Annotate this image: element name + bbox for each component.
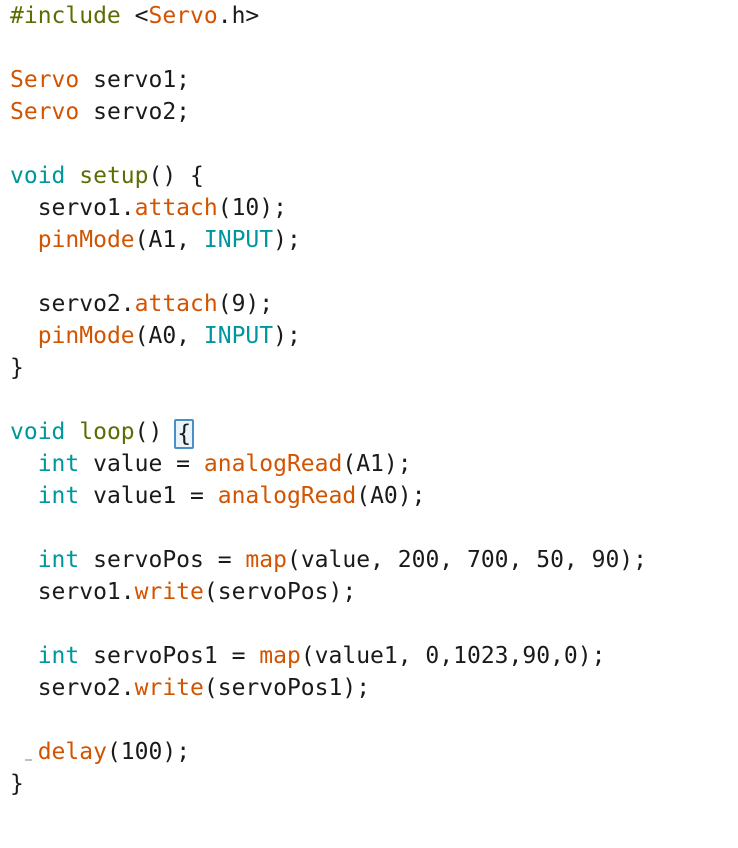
code-token-keyword: int: [37, 483, 80, 509]
code-token-plain: servo2;: [79, 99, 191, 125]
code-token-func: attach: [134, 291, 218, 317]
code-line[interactable]: [0, 512, 738, 544]
code-token-plain: (servoPos1);: [203, 675, 371, 701]
code-token-punct: <: [120, 3, 149, 29]
code-token-plain: value1 =: [79, 483, 218, 509]
code-line[interactable]: int servoPos1 = map(value1, 0,1023,90,0)…: [0, 640, 738, 672]
code-token-keyword: void: [10, 419, 66, 445]
code-token-plain: (10);: [217, 195, 287, 221]
code-line[interactable]: [0, 384, 738, 416]
code-token-plain: value =: [79, 451, 204, 477]
code-line[interactable]: int servoPos = map(value, 200, 700, 50, …: [0, 544, 738, 576]
code-token-plain: (A1,: [134, 227, 204, 253]
code-token-plain: }: [10, 355, 24, 381]
code-token-keyword: INPUT: [203, 227, 274, 253]
code-token-keyword: INPUT: [203, 323, 274, 349]
code-token-plain: servo1.: [10, 579, 135, 605]
code-line[interactable]: pinMode(A1, INPUT);: [0, 224, 738, 256]
code-token-keyword: int: [37, 451, 80, 477]
code-token-plain: servo1.: [10, 195, 135, 221]
code-token-plain: (A0,: [134, 323, 204, 349]
code-line[interactable]: [0, 608, 738, 640]
code-token-preproc: #include: [10, 3, 121, 29]
code-line[interactable]: pinMode(A0, INPUT);: [0, 320, 738, 352]
code-token-plain: (A0);: [356, 483, 426, 509]
code-token-keyword: int: [37, 547, 80, 573]
code-token-keyword: void: [10, 163, 66, 189]
code-token-type: Servo: [10, 67, 80, 93]
code-token-plain: (servoPos);: [203, 579, 357, 605]
code-token-func: attach: [134, 195, 218, 221]
code-token-func: map: [259, 643, 301, 669]
code-token-plain: servoPos1 =: [79, 643, 260, 669]
code-token-plain: () {: [148, 163, 204, 189]
code-token-type: Servo: [148, 3, 218, 29]
code-line[interactable]: [0, 128, 738, 160]
code-token-plain: servo2.: [10, 291, 135, 317]
code-line[interactable]: }: [0, 352, 738, 384]
code-line[interactable]: #include <Servo.h>: [0, 0, 738, 32]
code-line[interactable]: [0, 704, 738, 736]
code-token-plain: servo2.: [10, 675, 135, 701]
code-line[interactable]: void loop() {: [0, 416, 738, 449]
code-token-plain: );: [273, 227, 301, 253]
code-token-func: map: [245, 547, 287, 573]
code-token-plain: (A1);: [342, 451, 412, 477]
code-line[interactable]: [0, 256, 738, 288]
code-token-func: delay: [37, 739, 107, 765]
code-token-plain: (100);: [106, 739, 191, 765]
code-token-plain: (value, 200, 700, 50, 90);: [286, 547, 647, 573]
code-line[interactable]: Servo servo2;: [0, 96, 738, 128]
code-token-func: analogRead: [217, 483, 357, 509]
code-line[interactable]: servo2.write(servoPos1);: [0, 672, 738, 704]
code-line[interactable]: Servo servo1;: [0, 64, 738, 96]
code-token-plain: servo1;: [79, 67, 191, 93]
code-line[interactable]: servo2.attach(9);: [0, 288, 738, 320]
code-line[interactable]: int value1 = analogRead(A0);: [0, 480, 738, 512]
code-token-plain: }: [10, 771, 24, 797]
code-line[interactable]: }: [0, 768, 738, 800]
code-line[interactable]: [0, 32, 738, 64]
code-line[interactable]: servo1.write(servoPos);: [0, 576, 738, 608]
code-line[interactable]: int value = analogRead(A1);: [0, 448, 738, 480]
code-token-func: analogRead: [203, 451, 343, 477]
code-line[interactable]: servo1.attach(10);: [0, 192, 738, 224]
code-token-punct: .h>: [217, 3, 260, 29]
code-line[interactable]: delay(100);: [0, 736, 738, 768]
code-token-plain: servoPos =: [79, 547, 246, 573]
code-token-func: pinMode: [37, 323, 135, 349]
code-token-preproc: setup: [79, 163, 149, 189]
bracket-match-highlight[interactable]: {: [174, 419, 195, 449]
code-token-type: Servo: [10, 99, 80, 125]
code-token-func: write: [134, 675, 204, 701]
code-line[interactable]: void setup() {: [0, 160, 738, 192]
code-token-plain: (value1, 0,1023,90,0);: [300, 643, 606, 669]
code-token-keyword: int: [37, 643, 80, 669]
code-token-preproc: loop: [79, 419, 135, 445]
code-editor-canvas[interactable]: #include <Servo.h> Servo servo1; Servo se…: [0, 0, 738, 848]
code-token-plain: (): [134, 419, 177, 445]
whitespace-caret-mark: [25, 759, 32, 761]
code-token-plain: );: [273, 323, 301, 349]
code-token-plain: (9);: [217, 291, 274, 317]
code-listing[interactable]: #include <Servo.h> Servo servo1; Servo se…: [0, 0, 738, 800]
code-token-func: write: [134, 579, 204, 605]
code-token-func: pinMode: [37, 227, 135, 253]
